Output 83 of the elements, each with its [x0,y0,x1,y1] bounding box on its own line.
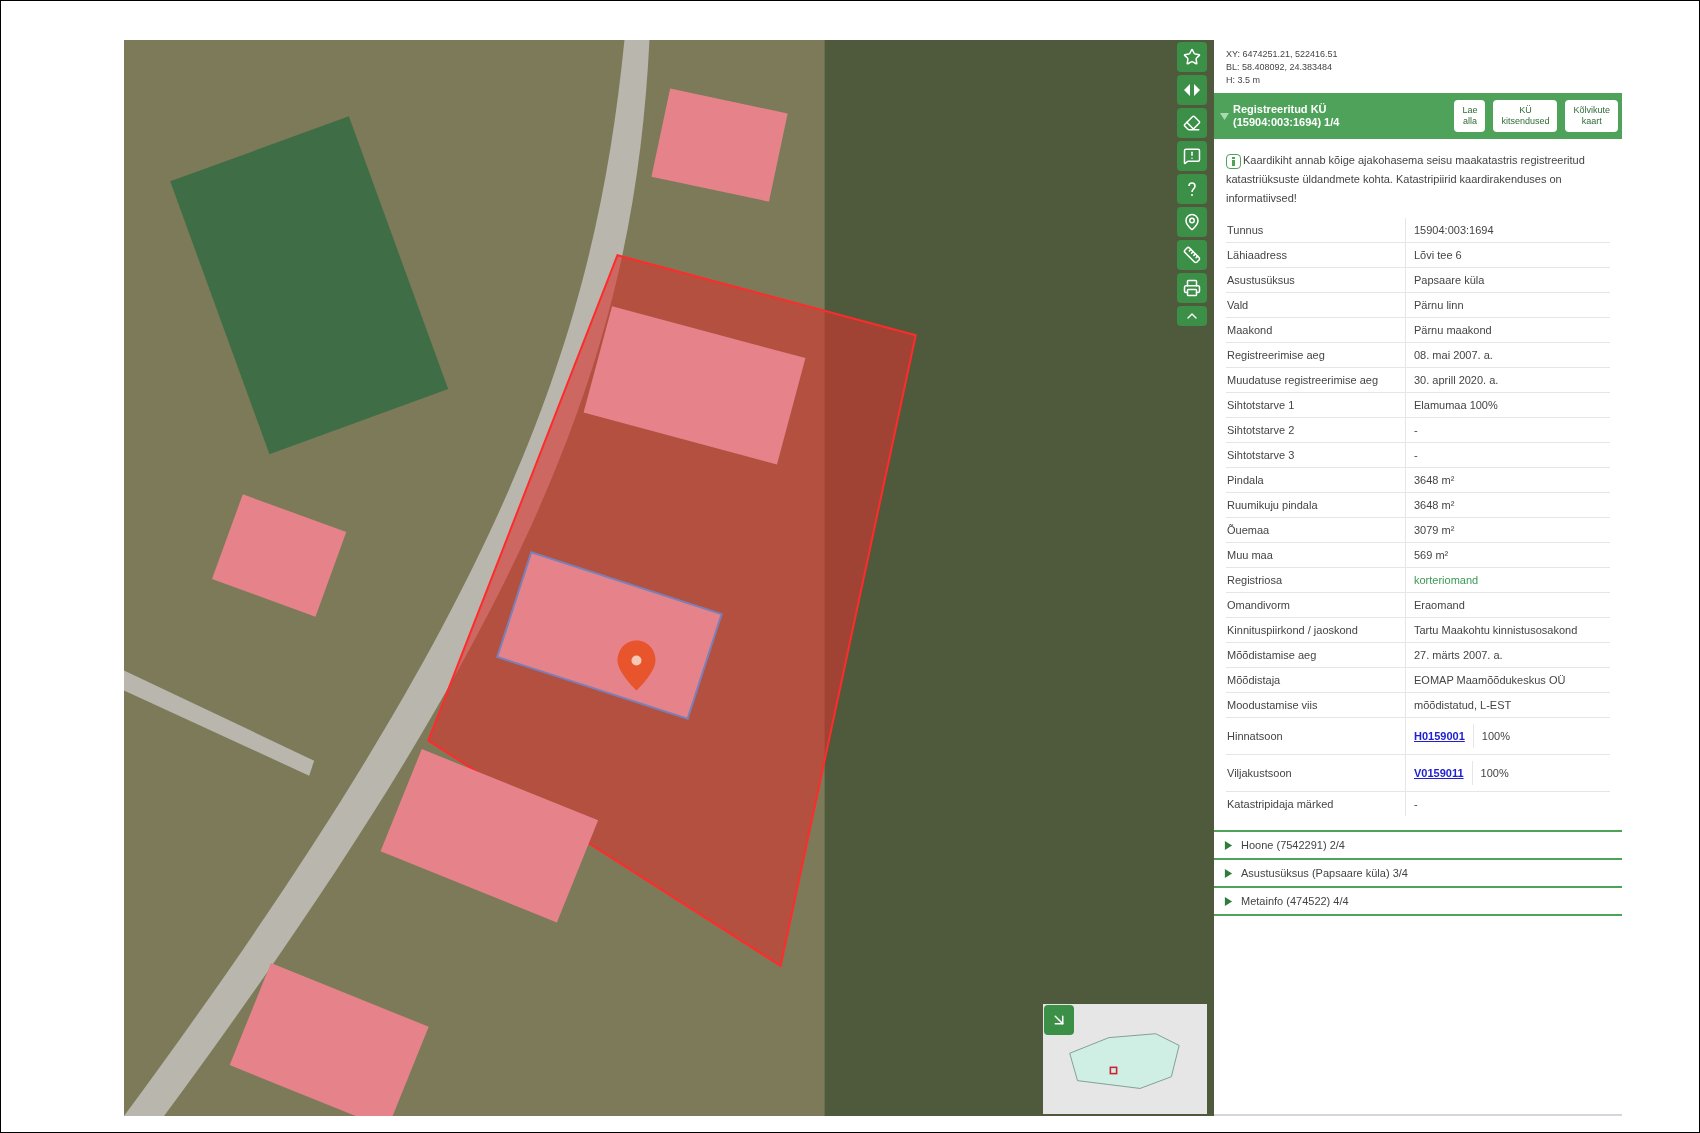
row-label: Õuemaa [1227,524,1270,536]
row-value: EOMAP Maamõõdukeskus OÜ [1414,674,1566,686]
accordion-title: Metainfo (474522) 4/4 [1241,893,1349,909]
row-label: Mõõdistaja [1227,674,1281,686]
row-value: 15904:003:1694 [1414,224,1494,236]
zone-percent: 100% [1479,765,1509,781]
row-label: Mõõdistamise aeg [1227,649,1317,661]
row-label: Vald [1227,299,1249,311]
coordinate-text: BL: 58.408092, 24.383484 [1226,61,1334,74]
help-button[interactable] [1177,174,1207,204]
accordion-title: Hoone (7542291) 2/4 [1241,837,1345,853]
row-value: - [1414,798,1418,810]
header-button[interactable]: Lae alla [1454,100,1486,132]
row-label: Registreerimise aeg [1227,349,1325,361]
row-value: Tartu Maakohtu kinnistusosakond [1414,624,1578,636]
row-value: 27. märts 2007. a. [1414,649,1503,661]
row-label: Ruumikuju pindala [1227,499,1318,511]
zone-percent: 100% [1480,728,1510,744]
accordion-header[interactable]: Asustusüksus (Papsaare küla) 3/4 [1214,860,1622,888]
row-value: 569 m² [1414,549,1449,561]
accordion-title: Asustusüksus (Papsaare küla) 3/4 [1241,865,1408,881]
section-header[interactable]: Registreeritud KÜ (15904:003:1694) 1/4 Lae alla KÜ kitsendused Kõlvikute kaart [1214,93,1622,139]
accordion-header[interactable]: Metainfo (474522) 4/4 [1214,888,1622,916]
ruler-icon [1183,246,1201,264]
row-value: Papsaare küla [1414,274,1485,286]
eraser-button[interactable] [1177,108,1207,138]
message-alert-button[interactable] [1177,141,1207,171]
header-button[interactable]: KÜ kitsendused [1493,100,1558,132]
printer-button[interactable] [1177,273,1207,303]
overview-minimap[interactable] [1043,1004,1207,1114]
row-value: Pärnu linn [1414,299,1464,311]
left-right-arrows-button[interactable] [1177,75,1207,105]
row-label: Katastripidaja märked [1227,798,1334,810]
star-icon [1183,48,1201,66]
row-value: Eraomand [1414,599,1465,611]
row-label: Pindala [1227,474,1264,486]
row-label: Sihtotstarve 1 [1227,399,1295,411]
map-pin-icon [1183,213,1201,231]
row-value: Pärnu maakond [1414,324,1492,336]
row-label: Moodustamise viis [1227,699,1318,711]
row-label: Viljakustsoon [1227,767,1292,779]
help-icon [1187,181,1197,197]
register-link[interactable]: korteriomand [1414,571,1479,589]
collapse-button[interactable] [1177,306,1207,326]
row-label: Lähiaadress [1227,249,1287,261]
header-button[interactable]: Kõlvikute kaart [1565,100,1618,132]
coordinate-text: XY: 6474251.21, 522416.51 [1226,48,1339,61]
eraser-icon [1183,114,1201,132]
coordinate-text: H: 3.5 m [1226,74,1261,87]
zone-link[interactable]: V0159011 [1414,760,1473,786]
row-value: 08. mai 2007. a. [1414,349,1493,361]
message-alert-icon [1183,147,1201,165]
accordion-header[interactable]: Hoone (7542291) 2/4 [1214,832,1622,860]
row-value: - [1414,424,1418,436]
row-label: Muudatuse registreerimise aeg [1227,374,1379,386]
row-value: Elamumaa 100% [1414,399,1498,411]
row-label: Tunnus [1227,224,1264,236]
row-label: Omandivorm [1227,599,1290,611]
row-value: Lõvi tee 6 [1414,249,1462,261]
row-label: Registriosa [1227,574,1283,586]
row-value: 3648 m² [1414,474,1455,486]
section-title: Registreeritud KÜ (15904:003:1694) 1/4 [1233,103,1341,129]
expand-minimap-button[interactable] [1044,1005,1074,1035]
row-label: Muu maa [1227,549,1273,561]
map-pin-button[interactable] [1177,207,1207,237]
printer-icon [1183,279,1201,297]
star-button[interactable] [1177,42,1207,72]
zone-link[interactable]: H0159001 [1414,723,1474,749]
left-right-arrows-icon [1184,83,1200,97]
row-value: mõõdistatud, L-EST [1414,699,1512,711]
row-value: 3648 m² [1414,499,1455,511]
row-label: Hinnatsoon [1227,730,1283,742]
row-value: 30. aprill 2020. a. [1414,374,1499,386]
row-label: Sihtotstarve 3 [1227,449,1295,461]
row-value: - [1414,449,1418,461]
row-label: Kinnituspiirkond / jaoskond [1227,624,1358,636]
row-label: Asustusüksus [1227,274,1295,286]
row-value: 3079 m² [1414,524,1455,536]
row-label: Sihtotstarve 2 [1227,424,1295,436]
info-text: Kaardikiht annab kõige ajakohasema seisu maakatastris registreeritud katastriüksuste üldandmete kohta. Katastripiirid kaardirakenduses on informatiivsed! [1226,152,1586,206]
info-icon [1226,153,1241,169]
ruler-button[interactable] [1177,240,1207,270]
row-label: Maakond [1227,324,1273,336]
